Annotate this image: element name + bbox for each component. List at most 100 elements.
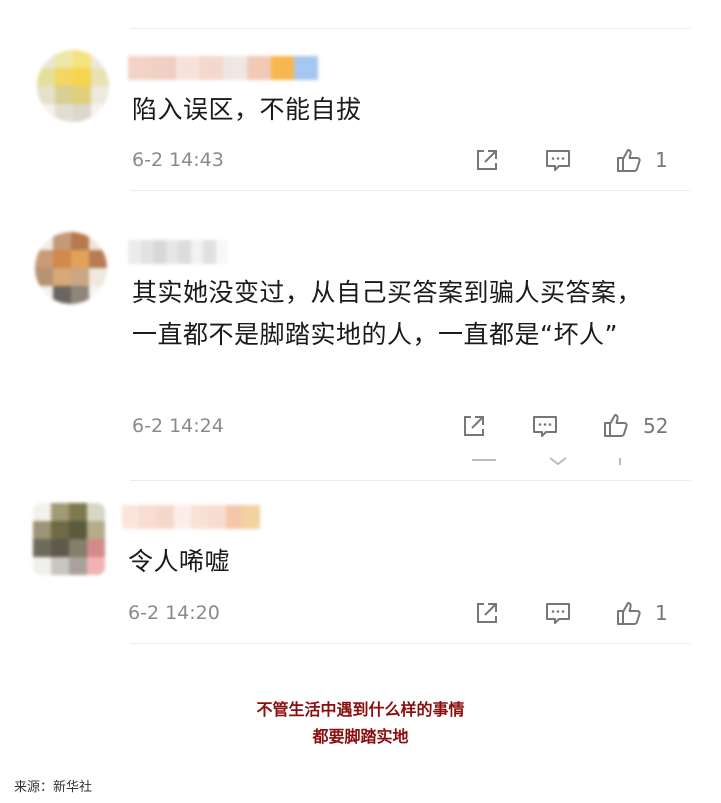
avatar-pixel	[33, 521, 51, 539]
username-pixel	[294, 56, 318, 80]
avatar-pixel	[51, 521, 69, 539]
avatar-pixel	[89, 250, 107, 268]
avatar-pixel	[55, 50, 73, 68]
avatar-pixel	[91, 104, 109, 122]
avatar-pixel	[33, 503, 51, 521]
divider-top	[130, 28, 691, 29]
comment-icon	[533, 416, 557, 437]
username-pixel	[165, 240, 178, 264]
username-pixel	[178, 240, 191, 264]
username-pixel	[153, 240, 166, 264]
username-pixel	[128, 240, 141, 264]
username-pixel	[242, 505, 260, 529]
avatar-pixel	[73, 86, 91, 104]
username-pixel	[208, 505, 226, 529]
avatar-pixel	[71, 232, 89, 250]
avatar-pixel	[73, 50, 91, 68]
avatar-pixel	[37, 86, 55, 104]
divider	[130, 643, 691, 644]
username-pixel	[139, 505, 157, 529]
username-pixel	[246, 56, 271, 80]
username-pixel	[190, 240, 203, 264]
avatar[interactable]	[35, 232, 107, 304]
like-button[interactable]	[600, 409, 632, 441]
username[interactable]	[128, 56, 318, 80]
avatar[interactable]	[37, 50, 109, 122]
avatar-pixel	[71, 286, 89, 304]
avatar-pixel	[55, 104, 73, 122]
like-button[interactable]	[613, 144, 645, 176]
comment-time: 6-2 14:20	[128, 602, 220, 624]
avatar-pixel	[55, 86, 73, 104]
comment-time: 6-2 14:24	[132, 415, 224, 437]
comment-button[interactable]	[530, 411, 560, 441]
avatar-pixel	[87, 503, 105, 521]
avatar-pixel	[91, 68, 109, 86]
username-pixel	[173, 505, 191, 529]
avatar-pixel	[53, 250, 71, 268]
comment-time: 6-2 14:43	[132, 149, 224, 171]
like-icon	[604, 414, 628, 437]
avatar-pixel	[91, 86, 109, 104]
username-pixel	[191, 505, 209, 529]
avatar-pixel	[89, 232, 107, 250]
avatar-pixel	[35, 232, 53, 250]
avatar-pixel	[91, 50, 109, 68]
username-pixel	[199, 56, 223, 80]
avatar-pixel	[35, 250, 53, 268]
username[interactable]	[122, 505, 260, 529]
avatar-pixel	[87, 557, 105, 575]
username-pixel	[270, 56, 295, 80]
avatar-pixel	[55, 68, 73, 86]
like-count: 1	[655, 601, 668, 625]
source-credit: 来源：新华社	[14, 780, 93, 795]
avatar-pixel	[53, 232, 71, 250]
avatar-pixel	[87, 521, 105, 539]
share-button[interactable]	[472, 145, 502, 175]
username-pixel	[175, 56, 200, 80]
username-pixel	[140, 240, 153, 264]
avatar[interactable]	[33, 503, 105, 575]
avatar-pixel	[53, 268, 71, 286]
username-pixel	[151, 56, 176, 80]
avatar-pixel	[89, 286, 107, 304]
share-icon	[464, 416, 484, 436]
avatar-pixel	[37, 50, 55, 68]
avatar-pixel	[89, 268, 107, 286]
avatar-pixel	[69, 539, 87, 557]
cropped-row-remnant	[460, 453, 700, 465]
divider	[130, 190, 691, 191]
like-count: 1	[655, 148, 668, 172]
share-button[interactable]	[459, 411, 489, 441]
comment-text: 陷入误区，不能自拔	[132, 95, 362, 124]
avatar-pixel	[37, 104, 55, 122]
comment-icon	[546, 603, 570, 624]
username-pixel	[128, 56, 152, 80]
comment-text: 其实她没变过，从自己买答案到骗人买答案，一直都不是脚踏实地的人，一直都是“坏人”	[132, 278, 643, 349]
avatar-pixel	[71, 268, 89, 286]
avatar-pixel	[51, 557, 69, 575]
username[interactable]	[128, 240, 228, 264]
avatar-pixel	[37, 68, 55, 86]
share-icon	[477, 150, 497, 170]
username-pixel	[203, 240, 216, 264]
caption-line-2: 都要脚踏实地	[312, 727, 409, 746]
divider	[130, 480, 691, 481]
avatar-pixel	[87, 539, 105, 557]
comment-text: 令人唏嘘	[128, 547, 231, 576]
avatar-pixel	[71, 250, 89, 268]
avatar-pixel	[33, 539, 51, 557]
username-pixel	[223, 56, 247, 80]
avatar-pixel	[69, 521, 87, 539]
username-pixel	[156, 505, 174, 529]
like-icon	[617, 149, 641, 172]
share-icon	[477, 603, 497, 623]
like-button[interactable]	[613, 597, 645, 629]
avatar-pixel	[69, 503, 87, 521]
caption-line-1: 不管生活中遇到什么样的事情	[256, 700, 465, 719]
avatar-pixel	[33, 557, 51, 575]
comment-button[interactable]	[543, 598, 573, 628]
comment-button[interactable]	[543, 145, 573, 175]
share-button[interactable]	[472, 598, 502, 628]
avatar-pixel	[35, 268, 53, 286]
